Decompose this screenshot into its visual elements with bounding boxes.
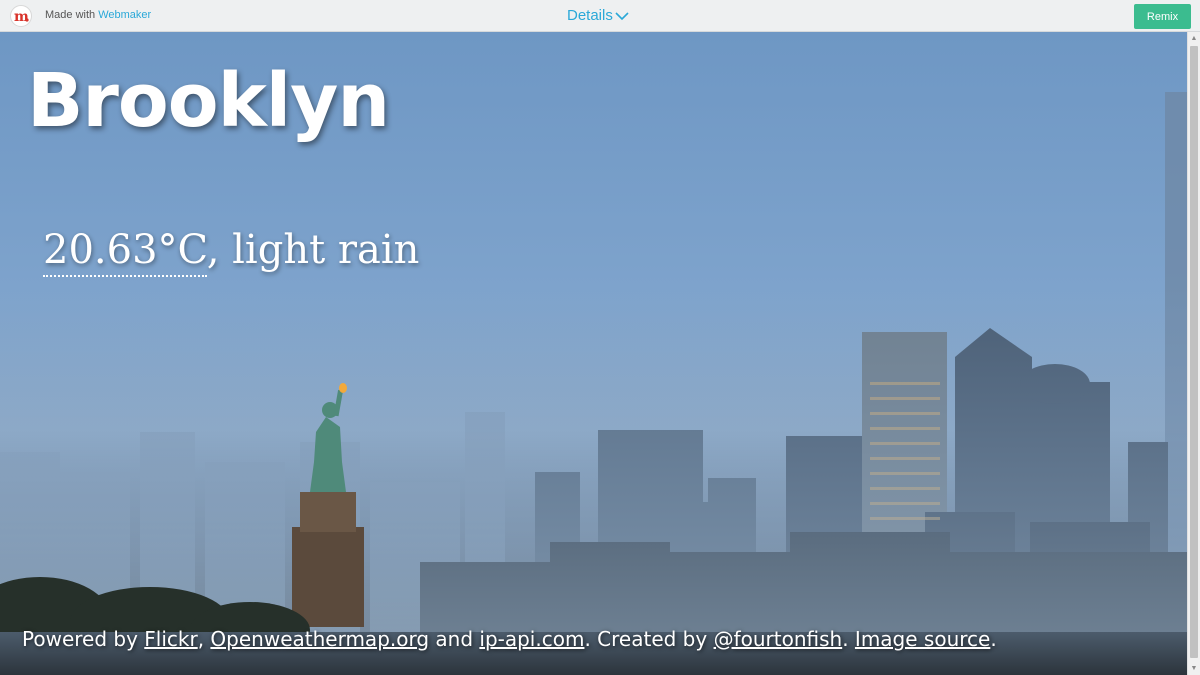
made-with-text: Made with (45, 9, 96, 21)
author-link[interactable]: @fourtonfish (714, 627, 843, 651)
details-label: Details (567, 7, 613, 24)
weather-separator: , (206, 227, 233, 273)
powered-by-text: Powered by (22, 627, 145, 651)
city-name: Brooklyn (27, 58, 390, 144)
made-with-label: Made with Webmaker (45, 9, 151, 21)
top-bar: m Made with Webmaker Details Remix (0, 0, 1200, 32)
weather-condition: light rain (232, 227, 420, 273)
weather-summary: 20.63°C, light rain (43, 227, 420, 277)
scroll-up-icon[interactable]: ▲ (1188, 32, 1200, 45)
remix-button[interactable]: Remix (1134, 4, 1191, 29)
credits-comma: , (197, 627, 211, 651)
flickr-link[interactable]: Flickr (144, 627, 197, 651)
chevron-down-icon (615, 11, 629, 20)
scroll-down-icon[interactable]: ▼ (1188, 662, 1200, 675)
credits-and: and (429, 627, 480, 651)
ip-api-link[interactable]: ip-api.com (479, 627, 584, 651)
webmaker-link[interactable]: Webmaker (98, 9, 151, 21)
created-by-text: . Created by (584, 627, 714, 651)
details-toggle[interactable]: Details (567, 7, 629, 24)
temperature-toggle[interactable]: 20.63°C (43, 227, 207, 277)
image-source-link[interactable]: Image source (855, 627, 990, 651)
openweathermap-link[interactable]: Openweathermap.org (210, 627, 429, 651)
scroll-thumb[interactable] (1190, 46, 1198, 658)
credits-footer: Powered by Flickr, Openweathermap.org an… (22, 627, 997, 651)
vertical-scrollbar[interactable]: ▲ ▼ (1187, 32, 1200, 675)
credits-period: . (842, 627, 855, 651)
credits-final-period: . (990, 627, 997, 651)
webmaker-logo-icon[interactable]: m (10, 5, 32, 27)
